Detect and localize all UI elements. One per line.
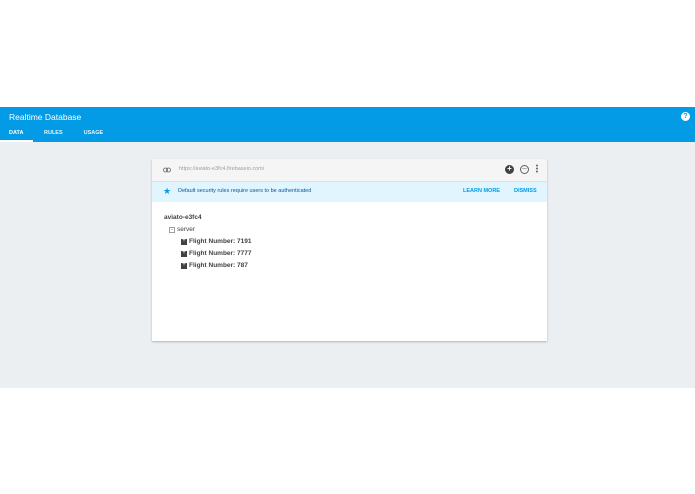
tree-root[interactable]: aviato-e3fc4 [164,214,202,221]
tree-node-key: Flight Number: [189,238,236,245]
add-circle-icon[interactable]: + [505,165,514,174]
page-title: Realtime Database [9,112,82,122]
expand-icon[interactable]: + [181,262,187,269]
app-header: Realtime Database ? DATA RULES USAGE [0,107,695,142]
tree-node-key: Flight Number: [189,262,236,269]
tree-node-flight[interactable]: + Flight Number: 7191 [181,238,252,245]
tab-bar: DATA RULES USAGE [0,126,113,142]
tab-rules[interactable]: RULES [33,126,74,142]
url-bar: https://aviato-e3fc4.firebaseio.com/ + –… [152,159,547,182]
expand-icon[interactable]: + [181,250,187,257]
learn-more-button[interactable]: LEARN MORE [463,188,500,194]
expand-icon[interactable]: + [181,238,187,245]
database-card: https://aviato-e3fc4.firebaseio.com/ + –… [152,159,547,341]
help-icon[interactable]: ? [681,112,690,121]
tree-node-value: 787 [237,262,248,269]
tab-data[interactable]: DATA [0,126,33,142]
dismiss-button[interactable]: DISMISS [514,188,537,194]
tree-node-server[interactable]: - server [169,226,195,233]
database-url[interactable]: https://aviato-e3fc4.firebaseio.com/ [179,166,264,172]
firebase-console: Realtime Database ? DATA RULES USAGE htt… [0,107,695,388]
tree-node-flight[interactable]: + Flight Number: 787 [181,262,248,269]
tree-node-key: Flight Number: [189,250,236,257]
remove-circle-icon[interactable]: – [520,165,529,174]
collapse-icon[interactable]: - [169,226,175,233]
security-banner: ★ Default security rules require users t… [152,182,547,202]
tab-usage[interactable]: USAGE [74,126,114,142]
more-vert-icon[interactable]: • • • [535,163,539,176]
tree-node-value: 7191 [237,238,252,245]
tree-node-flight[interactable]: + Flight Number: 7777 [181,250,252,257]
tree-node-key: server [177,226,196,233]
link-icon [163,167,171,173]
tree-node-value: 7777 [237,250,252,257]
url-actions: + – • • • [505,163,539,176]
star-icon: ★ [163,186,172,196]
banner-message: Default security rules require users to … [178,188,312,194]
